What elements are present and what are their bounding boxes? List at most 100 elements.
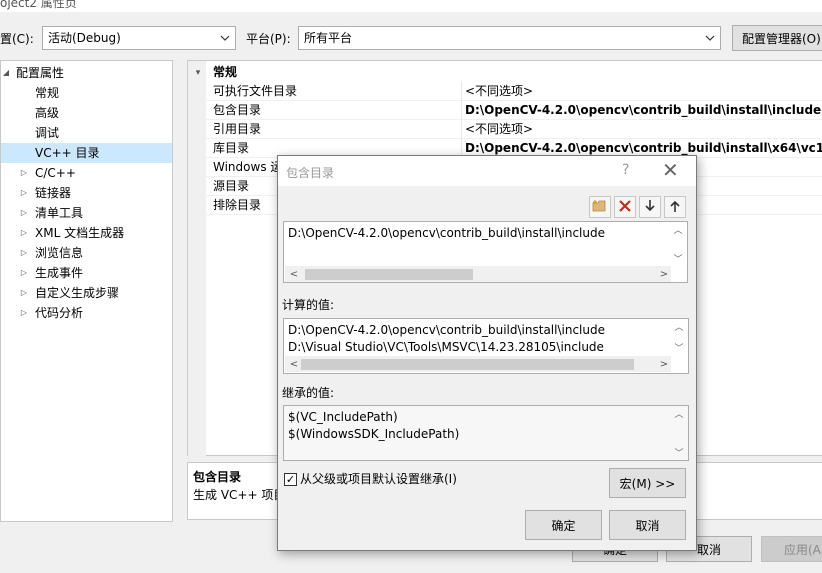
platform-combo[interactable]: 所有平台 bbox=[298, 26, 721, 50]
tree-root-config-properties[interactable]: ◢ 配置属性 bbox=[1, 63, 172, 83]
chevron-up-icon: ︿ bbox=[674, 323, 684, 333]
new-line-button[interactable] bbox=[589, 196, 611, 218]
property-name: 库目录 bbox=[213, 141, 250, 155]
dialog-title-bar: 包含目录 ? ✕ bbox=[278, 156, 696, 186]
property-value[interactable]: <不同选项> bbox=[465, 82, 533, 100]
tree-item[interactable]: ▷ 链接器 bbox=[1, 183, 172, 203]
property-name: 排除目录 bbox=[213, 198, 262, 212]
property-tree: ◢ 配置属性 常规 高级 调试 VC++ 目录 ▷ C/C++ ▷ 链接器 ▷ 清单工具 ▷ XML … bbox=[0, 60, 173, 522]
inherit-checkbox[interactable]: ✓ bbox=[284, 473, 297, 486]
tree-item-label: VC++ 目录 bbox=[35, 146, 100, 160]
property-value[interactable]: D:\OpenCV-4.2.0\opencv\contrib_build\ins… bbox=[465, 101, 822, 119]
tree-item[interactable]: ▷ 代码分析 bbox=[1, 303, 172, 323]
inherited-line-2: $(WindowsSDK_IncludePath) bbox=[288, 427, 460, 441]
tree-item[interactable]: 常规 bbox=[1, 83, 172, 103]
delete-icon bbox=[619, 199, 631, 215]
chevron-down-icon bbox=[704, 27, 716, 49]
move-down-button[interactable] bbox=[639, 196, 661, 218]
chevron-left-icon: < bbox=[289, 358, 299, 370]
tree-item-label: XML 文档生成器 bbox=[35, 226, 125, 240]
property-name: 可执行文件目录 bbox=[213, 84, 298, 98]
expand-triangle-icon[interactable]: ▷ bbox=[19, 303, 29, 323]
tree-item-label: 调试 bbox=[35, 126, 60, 140]
include-paths-editor[interactable]: D:\OpenCV-4.2.0\opencv\contrib_build\ins… bbox=[283, 221, 688, 283]
move-up-button[interactable] bbox=[664, 196, 686, 218]
tree-item[interactable]: ▷ 浏览信息 bbox=[1, 243, 172, 263]
description-title: 包含目录 bbox=[193, 470, 242, 484]
scrollbar-thumb[interactable] bbox=[305, 269, 473, 280]
computed-vscrollbar[interactable]: ︿ ﹀ bbox=[671, 320, 687, 354]
config-label: 置(C): bbox=[0, 32, 34, 46]
editor-vscrollbar[interactable]: ︿ ﹀ bbox=[670, 223, 686, 265]
expand-triangle-icon[interactable]: ▷ bbox=[19, 203, 29, 223]
grid-section-general[interactable]: ▾ 常规 bbox=[188, 63, 822, 82]
window-title: oject2 属性页 bbox=[0, 0, 77, 10]
property-name: Windows 运 bbox=[213, 160, 283, 174]
property-name: 源目录 bbox=[213, 179, 250, 193]
property-name: 引用目录 bbox=[213, 122, 262, 136]
dialog-title: 包含目录 bbox=[286, 166, 335, 180]
expand-triangle-icon[interactable]: ▷ bbox=[19, 223, 29, 243]
close-icon[interactable]: ✕ bbox=[662, 158, 679, 182]
expand-triangle-icon[interactable]: ▷ bbox=[19, 263, 29, 283]
chevron-down-icon: ▾ bbox=[195, 68, 201, 78]
tree-item[interactable]: ▷ 自定义生成步骤 bbox=[1, 283, 172, 303]
dialog-ok-button[interactable]: 确定 bbox=[525, 510, 602, 540]
platform-combo-value: 所有平台 bbox=[304, 31, 353, 45]
tree-item-label: 自定义生成步骤 bbox=[35, 286, 120, 300]
computed-line-1: D:\OpenCV-4.2.0\opencv\contrib_build\ins… bbox=[288, 323, 605, 337]
chevron-up-icon: ︿ bbox=[673, 226, 683, 236]
inherit-checkbox-label[interactable]: 从父级或项目默认设置继承(I) bbox=[300, 472, 457, 486]
grid-row[interactable]: 包含目录 D:\OpenCV-4.2.0\opencv\contrib_build… bbox=[188, 101, 822, 120]
grid-row[interactable]: 引用目录 <不同选项> bbox=[188, 120, 822, 139]
computed-hscrollbar[interactable]: < > bbox=[285, 356, 671, 372]
chevron-right-icon: > bbox=[659, 268, 669, 280]
expand-triangle-icon[interactable]: ▷ bbox=[19, 243, 29, 263]
tree-item-label: 链接器 bbox=[35, 186, 72, 200]
scrollbar-thumb[interactable] bbox=[301, 359, 634, 370]
tree-item[interactable]: 高级 bbox=[1, 103, 172, 123]
tree-item[interactable]: ▷ XML 文档生成器 bbox=[1, 223, 172, 243]
inherited-line-1: $(VC_IncludePath) bbox=[288, 410, 398, 424]
chevron-down-icon bbox=[219, 27, 231, 49]
tree-item[interactable]: ▷ C/C++ bbox=[1, 163, 172, 183]
help-icon[interactable]: ? bbox=[622, 162, 629, 178]
config-manager-button[interactable]: 配置管理器(O) bbox=[732, 25, 822, 51]
config-combo[interactable]: 活动(Debug) bbox=[42, 26, 236, 50]
checkmark-icon: ✓ bbox=[285, 473, 296, 486]
computed-values-label: 计算的值: bbox=[282, 298, 335, 312]
tree-item[interactable]: ▷ 生成事件 bbox=[1, 263, 172, 283]
window-title-strip: oject2 属性页 bbox=[0, 0, 822, 12]
tree-item-label: 生成事件 bbox=[35, 266, 84, 280]
macro-button[interactable]: 宏(M) >> bbox=[609, 468, 686, 498]
edit-line-1[interactable]: D:\OpenCV-4.2.0\opencv\contrib_build\ins… bbox=[288, 226, 605, 240]
tree-item-label: 代码分析 bbox=[35, 306, 84, 320]
new-folder-icon bbox=[592, 199, 608, 216]
computed-values-box: D:\OpenCV-4.2.0\opencv\contrib_build\ins… bbox=[283, 318, 689, 374]
grid-row[interactable]: 可执行文件目录 <不同选项> bbox=[188, 82, 822, 101]
inherited-vscrollbar[interactable]: ︿ ﹀ bbox=[671, 407, 687, 459]
include-directories-dialog: 包含目录 ? ✕ D:\OpenCV-4.2.0\opencv\contrib_… bbox=[277, 155, 697, 551]
computed-line-2: D:\Visual Studio\VC\Tools\MSVC\14.23.281… bbox=[288, 340, 604, 354]
dialog-cancel-button[interactable]: 取消 bbox=[609, 510, 686, 540]
inherited-values-box: $(VC_IncludePath) $(WindowsSDK_IncludePa… bbox=[283, 405, 689, 461]
tree-item-label: 高级 bbox=[35, 106, 60, 120]
apply-button[interactable]: 应用(A) bbox=[761, 536, 822, 562]
tree-item[interactable]: VC++ 目录 bbox=[1, 143, 172, 163]
platform-label: 平台(P): bbox=[246, 32, 291, 46]
property-name: 包含目录 bbox=[213, 103, 262, 117]
tree-item-label: C/C++ bbox=[35, 166, 76, 180]
tree-item-label: 浏览信息 bbox=[35, 246, 84, 260]
property-value[interactable]: <不同选项> bbox=[465, 120, 533, 138]
tree-item[interactable]: 调试 bbox=[1, 123, 172, 143]
expand-triangle-icon[interactable]: ▷ bbox=[19, 283, 29, 303]
tree-item[interactable]: ▷ 清单工具 bbox=[1, 203, 172, 223]
inherited-values-label: 继承的值: bbox=[282, 386, 335, 400]
expand-triangle-icon[interactable]: ▷ bbox=[19, 183, 29, 203]
expand-triangle-icon[interactable]: ▷ bbox=[19, 163, 29, 183]
config-combo-value: 活动(Debug) bbox=[48, 31, 121, 45]
editor-hscrollbar[interactable]: < > bbox=[285, 266, 671, 282]
delete-line-button[interactable] bbox=[614, 196, 636, 218]
arrow-down-icon bbox=[645, 199, 655, 215]
chevron-down-icon: ﹀ bbox=[673, 255, 683, 265]
